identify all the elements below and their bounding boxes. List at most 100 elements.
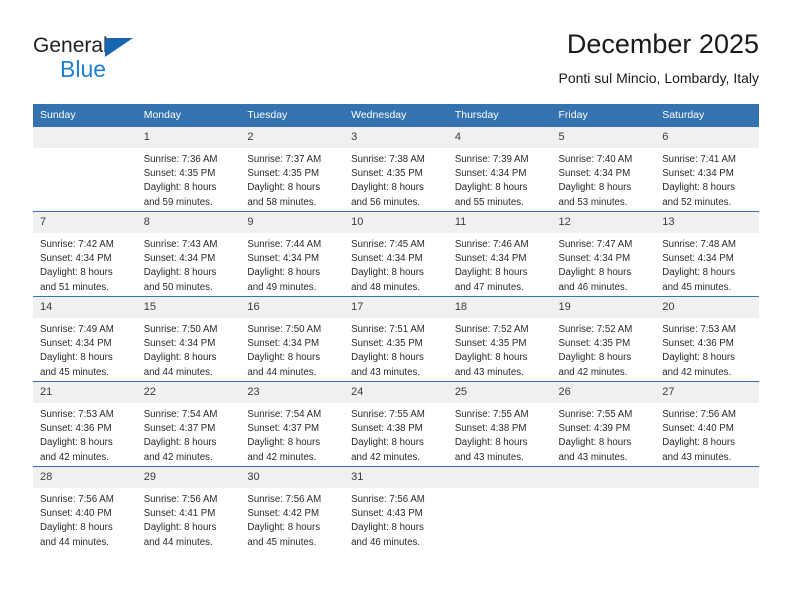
day-details: Sunrise: 7:36 AM Sunset: 4:35 PM Daylight:… bbox=[137, 148, 241, 210]
day-number: 6 bbox=[655, 127, 759, 148]
calendar-day-cell[interactable]: 3 Sunrise: 7:38 AM Sunset: 4:35 PM Daylight… bbox=[344, 126, 448, 212]
calendar-day-cell[interactable]: 13 Sunrise: 7:48 AM Sunset: 4:34 PM Dayligh… bbox=[655, 211, 759, 297]
calendar-day-cell[interactable]: 12 Sunrise: 7:47 AM Sunset: 4:34 PM Dayligh… bbox=[551, 211, 656, 297]
day-details: Sunrise: 7:38 AM Sunset: 4:35 PM Daylight:… bbox=[344, 148, 448, 210]
calendar-day-cell[interactable]: 1 Sunrise: 7:36 AM Sunset: 4:35 PM Daylight… bbox=[136, 126, 241, 212]
calendar-grid: Sunday Monday Tuesday Wednesday Thursday Frid… bbox=[33, 104, 759, 551]
calendar-day-cell[interactable]: 6 Sunrise: 7:41 AM Sunset: 4:34 PM Daylight… bbox=[655, 126, 759, 212]
calendar-day-cell[interactable]: 20 Sunrise: 7:53 AM Sunset: 4:36 PM Dayligh… bbox=[655, 296, 759, 382]
calendar-day-cell[interactable]: 28 Sunrise: 7:56 AM Sunset: 4:40 PM Dayligh… bbox=[33, 466, 137, 551]
day-details bbox=[33, 148, 137, 153]
day-detail-line: and 50 minutes. bbox=[143, 281, 213, 293]
calendar-day-cell[interactable]: 15 Sunrise: 7:50 AM Sunset: 4:34 PM Dayligh… bbox=[136, 296, 241, 382]
calendar-day-cell[interactable]: 4 Sunrise: 7:39 AM Sunset: 4:34 PM Daylight… bbox=[447, 126, 552, 212]
day-detail-line: Sunset: 4:35 PM bbox=[351, 168, 423, 180]
day-detail-line: Daylight: 8 hours bbox=[662, 352, 735, 364]
day-details: Sunrise: 7:51 AM Sunset: 4:35 PM Daylight:… bbox=[344, 318, 448, 380]
calendar-day-cell[interactable]: 29 Sunrise: 7:56 AM Sunset: 4:41 PM Dayligh… bbox=[136, 466, 241, 551]
calendar-day-cell[interactable]: 9 Sunrise: 7:44 AM Sunset: 4:34 PM Daylight… bbox=[240, 211, 345, 297]
logo-triangle-icon bbox=[105, 38, 133, 57]
calendar-day-cell[interactable]: 10 Sunrise: 7:45 AM Sunset: 4:34 PM Dayligh… bbox=[344, 211, 448, 297]
calendar-day-cell[interactable]: 31 Sunrise: 7:56 AM Sunset: 4:43 PM Dayligh… bbox=[344, 466, 448, 551]
day-details: Sunrise: 7:41 AM Sunset: 4:34 PM Daylight:… bbox=[655, 148, 759, 210]
day-detail-line: and 42 minutes. bbox=[143, 451, 213, 463]
day-number: 17 bbox=[344, 297, 448, 318]
calendar-day-cell[interactable]: 30 Sunrise: 7:56 AM Sunset: 4:42 PM Dayligh… bbox=[240, 466, 345, 551]
weekday-header-saturday: Saturday bbox=[655, 104, 759, 127]
calendar-day-cell[interactable]: 22 Sunrise: 7:54 AM Sunset: 4:37 PM Dayligh… bbox=[136, 381, 241, 467]
calendar-week-row: 28 Sunrise: 7:56 AM Sunset: 4:40 PM Dayligh… bbox=[33, 466, 759, 551]
calendar-day-cell[interactable]: 14 Sunrise: 7:49 AM Sunset: 4:34 PM Dayligh… bbox=[33, 296, 137, 382]
day-details: Sunrise: 7:53 AM Sunset: 4:36 PM Daylight:… bbox=[33, 403, 137, 465]
day-detail-line: Sunset: 4:34 PM bbox=[40, 253, 112, 265]
day-number: 22 bbox=[136, 382, 241, 403]
day-detail-line: Sunrise: 7:56 AM bbox=[143, 494, 218, 505]
calendar-day-cell[interactable]: 24 Sunrise: 7:55 AM Sunset: 4:38 PM Dayligh… bbox=[344, 381, 448, 467]
day-number: 2 bbox=[240, 127, 345, 148]
day-detail-line: and 43 minutes. bbox=[454, 451, 524, 463]
day-detail-line: Daylight: 8 hours bbox=[143, 352, 217, 364]
day-details: Sunrise: 7:54 AM Sunset: 4:37 PM Daylight:… bbox=[240, 403, 344, 465]
calendar-day-cell[interactable]: 21 Sunrise: 7:53 AM Sunset: 4:36 PM Dayligh… bbox=[33, 381, 137, 467]
page-header: General Blue December 2025 Ponti sul Min… bbox=[33, 28, 759, 90]
day-detail-line: Sunrise: 7:56 AM bbox=[247, 494, 322, 505]
day-detail-line: Daylight: 8 hours bbox=[143, 522, 217, 534]
day-details: Sunrise: 7:55 AM Sunset: 4:38 PM Daylight:… bbox=[448, 403, 552, 465]
calendar-day-cell[interactable]: 19 Sunrise: 7:52 AM Sunset: 4:35 PM Dayligh… bbox=[551, 296, 656, 382]
day-detail-line: Sunrise: 7:44 AM bbox=[247, 239, 322, 250]
day-detail-line: Sunset: 4:34 PM bbox=[247, 338, 320, 350]
day-detail-line: Daylight: 8 hours bbox=[40, 352, 113, 364]
calendar-day-cell[interactable]: 26 Sunrise: 7:55 AM Sunset: 4:39 PM Dayligh… bbox=[551, 381, 656, 467]
day-number: 28 bbox=[33, 467, 137, 488]
day-number bbox=[655, 467, 759, 488]
calendar-day-cell[interactable]: 17 Sunrise: 7:51 AM Sunset: 4:35 PM Dayligh… bbox=[344, 296, 448, 382]
day-detail-line: Sunrise: 7:52 AM bbox=[558, 324, 633, 335]
day-details: Sunrise: 7:37 AM Sunset: 4:35 PM Daylight:… bbox=[240, 148, 344, 210]
calendar-day-cell[interactable]: 27 Sunrise: 7:56 AM Sunset: 4:40 PM Dayligh… bbox=[655, 381, 759, 467]
calendar-day-cell[interactable]: 5 Sunrise: 7:40 AM Sunset: 4:34 PM Daylight… bbox=[551, 126, 656, 212]
weekday-header-tuesday: Tuesday bbox=[240, 104, 345, 127]
day-number: 18 bbox=[447, 297, 552, 318]
day-details bbox=[552, 488, 656, 493]
calendar-day-cell[interactable]: 11 Sunrise: 7:46 AM Sunset: 4:34 PM Dayligh… bbox=[447, 211, 552, 297]
calendar-day-cell[interactable]: 2 Sunrise: 7:37 AM Sunset: 4:35 PM Daylight… bbox=[240, 126, 345, 212]
weekday-header-wednesday: Wednesday bbox=[344, 104, 448, 127]
day-detail-line: and 44 minutes. bbox=[247, 366, 317, 378]
calendar-day-cell[interactable]: 25 Sunrise: 7:55 AM Sunset: 4:38 PM Dayligh… bbox=[447, 381, 552, 467]
day-detail-line: Sunrise: 7:55 AM bbox=[558, 409, 633, 420]
calendar-day-cell[interactable]: 7 Sunrise: 7:42 AM Sunset: 4:34 PM Daylight… bbox=[33, 211, 137, 297]
day-detail-line: Daylight: 8 hours bbox=[40, 437, 113, 449]
calendar-day-cell[interactable]: 23 Sunrise: 7:54 AM Sunset: 4:37 PM Dayligh… bbox=[240, 381, 345, 467]
day-details: Sunrise: 7:47 AM Sunset: 4:34 PM Daylight:… bbox=[552, 233, 656, 295]
day-detail-line: Sunset: 4:37 PM bbox=[247, 423, 320, 435]
weekday-header-sunday: Sunday bbox=[33, 104, 137, 127]
calendar-day-cell[interactable]: 8 Sunrise: 7:43 AM Sunset: 4:34 PM Daylight… bbox=[136, 211, 241, 297]
day-detail-line: Sunrise: 7:45 AM bbox=[351, 239, 425, 250]
day-details: Sunrise: 7:56 AM Sunset: 4:43 PM Daylight:… bbox=[344, 488, 448, 550]
calendar-day-cell[interactable]: 18 Sunrise: 7:52 AM Sunset: 4:35 PM Dayligh… bbox=[447, 296, 552, 382]
day-detail-line: Sunrise: 7:37 AM bbox=[247, 154, 322, 165]
day-detail-line: Sunset: 4:41 PM bbox=[143, 508, 216, 520]
day-detail-line: Daylight: 8 hours bbox=[143, 182, 217, 194]
day-details: Sunrise: 7:46 AM Sunset: 4:34 PM Daylight:… bbox=[448, 233, 552, 295]
day-number bbox=[33, 127, 137, 148]
day-number: 10 bbox=[344, 212, 448, 233]
calendar-day-cell[interactable]: 16 Sunrise: 7:50 AM Sunset: 4:34 PM Dayligh… bbox=[240, 296, 345, 382]
day-detail-line: Daylight: 8 hours bbox=[558, 267, 632, 279]
day-details: Sunrise: 7:56 AM Sunset: 4:41 PM Daylight:… bbox=[137, 488, 241, 550]
day-detail-line: and 44 minutes. bbox=[143, 366, 213, 378]
day-detail-line: and 43 minutes. bbox=[662, 451, 732, 463]
day-detail-line: Sunrise: 7:56 AM bbox=[40, 494, 114, 505]
day-detail-line: Sunrise: 7:55 AM bbox=[351, 409, 425, 420]
day-detail-line: Sunrise: 7:43 AM bbox=[143, 239, 218, 250]
general-blue-logo[interactable]: General Blue bbox=[33, 34, 193, 86]
day-number: 29 bbox=[136, 467, 241, 488]
day-details: Sunrise: 7:52 AM Sunset: 4:35 PM Daylight:… bbox=[552, 318, 656, 380]
day-details: Sunrise: 7:56 AM Sunset: 4:42 PM Daylight:… bbox=[240, 488, 344, 550]
day-detail-line: Sunset: 4:36 PM bbox=[662, 338, 734, 350]
day-number: 1 bbox=[136, 127, 241, 148]
day-detail-line: Sunrise: 7:54 AM bbox=[247, 409, 322, 420]
day-details: Sunrise: 7:44 AM Sunset: 4:34 PM Daylight:… bbox=[240, 233, 344, 295]
day-detail-line: Sunset: 4:40 PM bbox=[40, 508, 112, 520]
day-detail-line: and 45 minutes. bbox=[662, 281, 732, 293]
